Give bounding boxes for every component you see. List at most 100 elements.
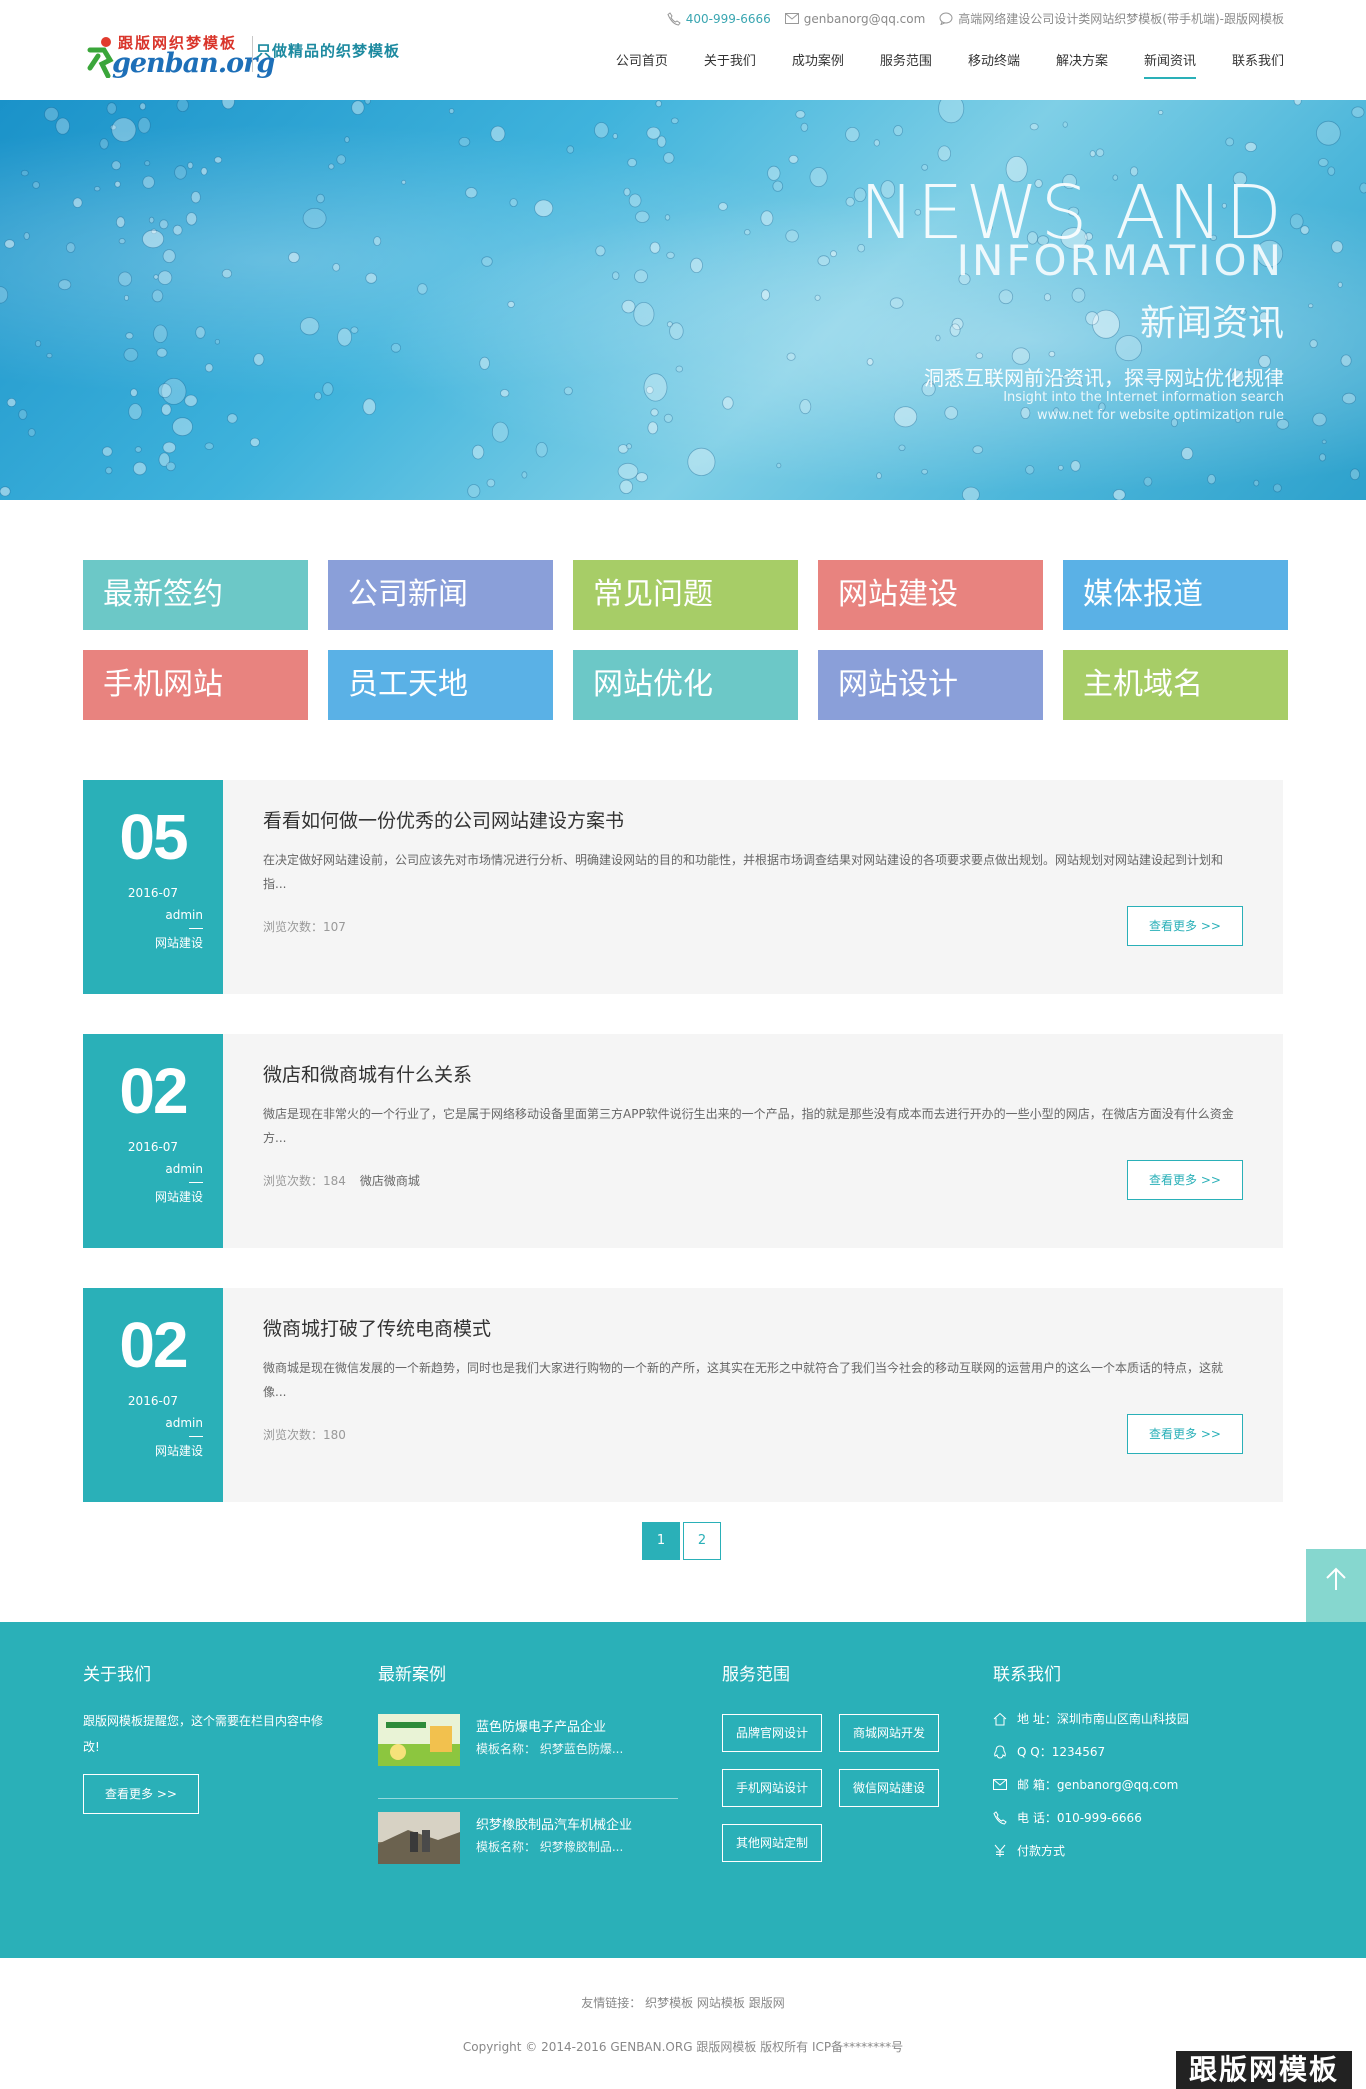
qq-icon [994, 1744, 1006, 1759]
contact-qq-text: Q Q：1234567 [1017, 1745, 1106, 1759]
arrow-up-icon [1326, 1567, 1346, 1590]
top-notice-text: 高端网络建设公司设计类网站织梦模板(带手机端)-跟版网模板 [958, 12, 1284, 26]
footer-case-item[interactable]: 织梦橡胶制品汽车机械企业 模板名称： 织梦橡胶制品... [378, 1812, 678, 1888]
logo-slogan: 只做精品的织梦模板 [256, 42, 401, 60]
footer-case-item[interactable]: 蓝色防爆电子产品企业 模板名称： 织梦蓝色防爆... [378, 1714, 678, 1790]
news-tag[interactable]: 微店微商城 [360, 1174, 420, 1188]
news-date-block: 05 2016-07 admin 网站建设 [83, 780, 223, 994]
category-tile[interactable]: 网站设计 [818, 650, 1043, 720]
category-tile[interactable]: 最新签约 [83, 560, 308, 630]
site-logo[interactable]: 跟版网织梦模板 genban.org 只做精品的织梦模板 [84, 28, 404, 84]
news-year-month: 2016-07 [127, 1394, 179, 1408]
friend-links[interactable]: 友情链接： 织梦模板 网站模板 跟版网 [0, 1994, 1366, 2011]
banner-sub-cn: 洞悉互联网前沿资讯，探寻网站优化规律 [924, 366, 1284, 390]
bottom-bar: 友情链接： 织梦模板 网站模板 跟版网 Copyright © 2014-201… [0, 1958, 1366, 2089]
case-thumbnail-image [378, 1812, 460, 1864]
news-date-divider [189, 928, 203, 929]
news-date-block: 02 2016-07 admin 网站建设 [83, 1288, 223, 1502]
category-grid: 最新签约 公司新闻 常见问题 网站建设 媒体报道 手机网站 员工天地 网站优化 … [83, 560, 1288, 720]
logo-main-text: genban.org [112, 48, 275, 79]
banner-sub-en2: www.net for website optimization rule [1036, 408, 1284, 423]
service-button[interactable]: 品牌官网设计 [722, 1714, 822, 1752]
page-1-button[interactable]: 1 [642, 1522, 680, 1560]
news-desc: 微店是现在非常火的一个行业了，它是属于网络移动设备里面第三方APP软件说衍生出来… [263, 1107, 1234, 1145]
category-tile[interactable]: 主机域名 [1063, 650, 1288, 720]
news-day: 02 [119, 1309, 188, 1381]
copyright-text: Copyright © 2014-2016 GENBAN.ORG 跟版网模板 版… [462, 2040, 904, 2054]
nav-contact[interactable]: 联系我们 [1232, 50, 1284, 79]
nav-about[interactable]: 关于我们 [704, 50, 756, 79]
news-more-button[interactable]: 查看更多 >> [1127, 1160, 1243, 1200]
news-category[interactable]: 网站建设 [155, 1188, 203, 1205]
news-item: 02 2016-07 admin 网站建设 微店和微商城有什么关系 微店是现在非… [83, 1034, 1283, 1248]
news-date-divider [189, 1182, 203, 1183]
news-author: admin [165, 908, 203, 922]
contact-phone-text: 电 话：010-999-6666 [1017, 1811, 1142, 1825]
mail-icon [784, 13, 799, 24]
contact-payment-text: 付款方式 [1017, 1844, 1066, 1858]
contact-phone: 电 话：010-999-6666 [993, 1809, 1142, 1826]
news-year-month: 2016-07 [127, 1140, 179, 1154]
top-notice: 高端网络建设公司设计类网站织梦模板(带手机端)-跟版网模板 [939, 10, 1284, 27]
category-tile[interactable]: 员工天地 [328, 650, 553, 720]
case-title: 织梦橡胶制品汽车机械企业 [476, 1818, 633, 1833]
case-sub: 模板名称： 织梦蓝色防爆... [476, 1742, 624, 1756]
footer-services-title: 服务范围 [722, 1665, 790, 1685]
nav-home[interactable]: 公司首页 [616, 50, 668, 79]
news-views: 浏览次数：184 [263, 1174, 346, 1188]
news-title[interactable]: 微商城打破了传统电商模式 [263, 1314, 491, 1341]
news-meta: 浏览次数：180 [263, 1426, 360, 1443]
service-button[interactable]: 商城网站开发 [839, 1714, 939, 1752]
home-icon [993, 1712, 1007, 1725]
category-tile[interactable]: 常见问题 [573, 560, 798, 630]
pagination: 1 2 [642, 1522, 724, 1560]
phone-icon [993, 1810, 1007, 1825]
service-button[interactable]: 微信网站建设 [839, 1769, 939, 1807]
back-to-top-button[interactable] [1306, 1549, 1366, 1609]
contact-payment[interactable]: 付款方式 [993, 1842, 1065, 1859]
case-thumbnail-image [378, 1714, 460, 1766]
top-info-bar: 400-999-6666 genbanorg@qq.com 高端网络建设公司设计… [653, 10, 1284, 27]
site-header: 跟版网织梦模板 genban.org 只做精品的织梦模板 400-999-666… [0, 0, 1366, 100]
news-more-button[interactable]: 查看更多 >> [1127, 906, 1243, 946]
category-tile[interactable]: 手机网站 [83, 650, 308, 720]
category-tile[interactable]: 网站优化 [573, 650, 798, 720]
footer-case-divider [378, 1798, 678, 1799]
news-day: 05 [119, 801, 188, 873]
news-title[interactable]: 看看如何做一份优秀的公司网站建设方案书 [263, 806, 624, 833]
category-tile[interactable]: 网站建设 [818, 560, 1043, 630]
site-footer: 关于我们 跟版网模板提醒您，这个需要在栏目内容中修改! 查看更多 >> 最新案例… [0, 1622, 1366, 1958]
top-phone-text: 400-999-6666 [685, 11, 771, 26]
yen-icon [994, 1844, 1006, 1857]
news-category[interactable]: 网站建设 [155, 934, 203, 951]
nav-cases[interactable]: 成功案例 [792, 50, 844, 79]
service-button[interactable]: 其他网站定制 [722, 1824, 822, 1862]
news-author: admin [165, 1162, 203, 1176]
news-views: 浏览次数：180 [263, 1428, 346, 1442]
news-title[interactable]: 微店和微商城有什么关系 [263, 1060, 472, 1087]
news-category[interactable]: 网站建设 [155, 1442, 203, 1459]
news-banner: NEWS AND INFORMATION 新闻资讯 洞悉互联网前沿资讯，探寻网站… [0, 100, 1366, 500]
service-button[interactable]: 手机网站设计 [722, 1769, 822, 1807]
banner-sub-en1: Insight into the Internet information se… [1003, 390, 1284, 405]
category-tile[interactable]: 公司新闻 [328, 560, 553, 630]
case-title: 蓝色防爆电子产品企业 [476, 1720, 607, 1735]
banner-cn-title: 新闻资讯 [1139, 303, 1284, 344]
news-author: admin [165, 1416, 203, 1430]
footer-contact-title: 联系我们 [993, 1665, 1061, 1685]
news-item: 02 2016-07 admin 网站建设 微商城打破了传统电商模式 微商城是现… [83, 1288, 1283, 1502]
nav-mobile[interactable]: 移动终端 [968, 50, 1020, 79]
nav-solutions[interactable]: 解决方案 [1056, 50, 1108, 79]
contact-email-text: 邮 箱：genbanorg@qq.com [1017, 1778, 1179, 1792]
category-tile[interactable]: 媒体报道 [1063, 560, 1288, 630]
banner-en-line2: INFORMATION [956, 236, 1284, 285]
footer-cases-title: 最新案例 [378, 1665, 446, 1685]
contact-address-text: 地 址：深圳市南山区南山科技园 [1017, 1712, 1189, 1726]
footer-about-more-button[interactable]: 查看更多 >> [83, 1774, 199, 1814]
nav-services[interactable]: 服务范围 [880, 50, 932, 79]
news-more-button[interactable]: 查看更多 >> [1127, 1414, 1243, 1454]
logo-divider [252, 36, 253, 72]
nav-news[interactable]: 新闻资讯 [1143, 50, 1196, 79]
news-year-month: 2016-07 [127, 886, 179, 900]
page-2-button[interactable]: 2 [683, 1522, 721, 1560]
